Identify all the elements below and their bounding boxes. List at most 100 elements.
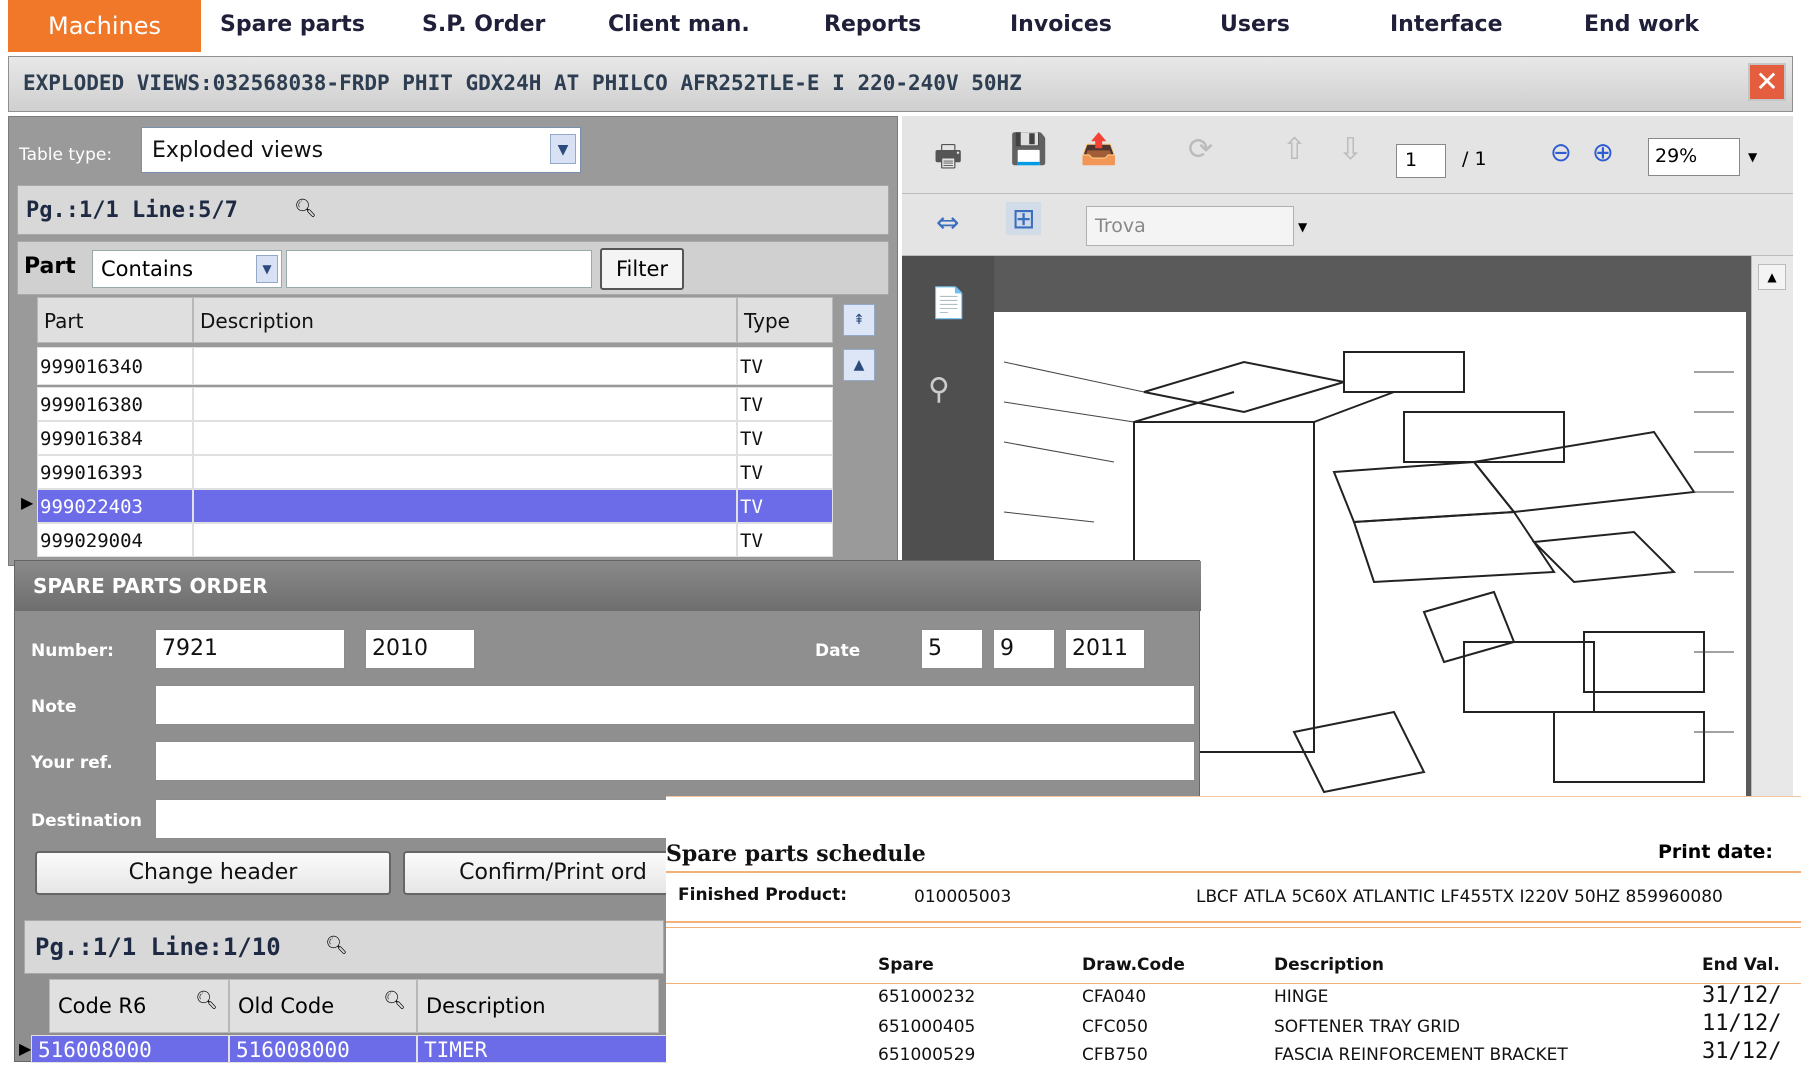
viewer-toolbar-2: ⇔ ⊞ Trova ▼ xyxy=(902,194,1793,256)
search-icon[interactable]: 🔍︎ xyxy=(383,990,406,1011)
filter-button[interactable]: Filter xyxy=(600,248,684,290)
cell-description: SOFTENER TRAY GRID xyxy=(1274,1017,1461,1037)
column-header-part[interactable]: Part xyxy=(37,297,193,343)
cell-part: 999016393 xyxy=(37,455,193,489)
divider xyxy=(666,871,1801,873)
chevron-down-icon[interactable]: ▼ xyxy=(256,255,278,283)
zoom-in-icon[interactable]: ⊕ xyxy=(1592,138,1614,168)
search-icon[interactable]: 🔍︎ xyxy=(325,935,348,956)
finished-product-code: 010005003 xyxy=(914,887,1012,907)
cell-type: TV xyxy=(737,347,833,385)
date-year-input[interactable]: 2011 xyxy=(1065,629,1145,669)
chevron-down-icon[interactable]: ▼ xyxy=(1298,220,1307,234)
fit-page-icon[interactable]: ⊞ xyxy=(1006,202,1042,235)
pages-icon[interactable]: 📄 xyxy=(930,286,967,321)
viewer-toolbar: 🖶 💾 📤 ⟳ ⇧ ⇩ 1 / 1 ⊖ ⊕ 29% ▼ xyxy=(902,116,1793,194)
column-header-spare: Spare xyxy=(878,955,934,975)
menu-invoices[interactable]: Invoices xyxy=(1010,12,1112,37)
change-header-button[interactable]: Change header xyxy=(35,851,391,895)
cell-description xyxy=(193,387,737,421)
cell-description xyxy=(193,347,737,385)
date-month-input[interactable]: 9 xyxy=(993,629,1055,669)
pager-bar: Pg.:1/1 Line:5/7 🔍︎ xyxy=(17,185,889,235)
scroll-top-icon[interactable]: ⇞ xyxy=(843,304,875,336)
arrow-down-icon[interactable]: ⇩ xyxy=(1338,132,1363,167)
search-icon[interactable]: 🔍︎ xyxy=(195,990,218,1011)
column-label: Code R6 xyxy=(58,994,147,1018)
finished-product-label: Finished Product: xyxy=(678,885,848,905)
date-day-input[interactable]: 5 xyxy=(921,629,983,669)
cell-description xyxy=(193,455,737,489)
fit-width-icon[interactable]: ⇔ xyxy=(936,206,959,239)
find-input[interactable]: Trova xyxy=(1086,206,1294,246)
spare-parts-schedule-doc: Spare parts schedule Print date: Finishe… xyxy=(666,796,1801,1065)
confirm-print-order-button[interactable]: Confirm/Print ord xyxy=(403,851,703,895)
print-icon[interactable]: 🖶 xyxy=(934,134,962,185)
cell-part: 999022403 xyxy=(37,489,193,523)
schedule-title: Spare parts schedule xyxy=(666,841,926,867)
menu-machines[interactable]: Machines xyxy=(8,0,201,52)
cell-end-val: 31/12/ xyxy=(1702,983,1782,1008)
cell-type: TV xyxy=(737,455,833,489)
menu-client-man[interactable]: Client man. xyxy=(608,12,750,37)
cell-code-r6: 516008000 xyxy=(31,1035,229,1063)
finished-product-desc: LBCF ATLA 5C60X ATLANTIC LF455TX I220V 5… xyxy=(1196,887,1723,907)
export-icon[interactable]: 📤 xyxy=(1080,132,1117,167)
menu-reports[interactable]: Reports xyxy=(824,12,921,37)
window-title: EXPLODED VIEWS:032568038-FRDP PHIT GDX24… xyxy=(23,71,1022,95)
your-ref-input[interactable] xyxy=(155,741,1195,781)
order-title: SPARE PARTS ORDER xyxy=(15,561,1201,611)
filter-operator-value: Contains xyxy=(101,257,194,281)
cell-type: TV xyxy=(737,523,833,557)
cell-description xyxy=(193,523,737,557)
note-label: Note xyxy=(31,697,77,717)
order-year-input[interactable]: 2010 xyxy=(365,629,475,669)
cell-description xyxy=(193,421,737,455)
note-input[interactable] xyxy=(155,685,1195,725)
cell-description xyxy=(193,489,737,523)
table-type-select[interactable]: Exploded views ▼ xyxy=(141,127,581,173)
menu-users[interactable]: Users xyxy=(1220,12,1290,37)
save-icon[interactable]: 💾 xyxy=(1010,132,1047,167)
cell-type: TV xyxy=(737,489,833,523)
scroll-up-icon[interactable]: ▲ xyxy=(1758,264,1786,290)
cell-type: TV xyxy=(737,387,833,421)
date-label: Date xyxy=(815,641,861,661)
cell-part: 999016340 xyxy=(37,347,193,385)
table-type-value: Exploded views xyxy=(152,138,324,163)
menu-sp-order[interactable]: S.P. Order xyxy=(422,12,545,37)
column-header-old-code[interactable]: Old Code 🔍︎ xyxy=(229,979,417,1033)
cell-type: TV xyxy=(737,421,833,455)
page-total: / 1 xyxy=(1462,148,1487,170)
filter-operator-select[interactable]: Contains ▼ xyxy=(92,250,282,288)
column-header-type[interactable]: Type xyxy=(737,297,833,343)
arrow-up-icon[interactable]: ⇧ xyxy=(1282,132,1307,167)
menu-spare-parts[interactable]: Spare parts xyxy=(220,12,365,37)
chevron-down-icon[interactable]: ▼ xyxy=(550,134,576,164)
filter-input[interactable] xyxy=(286,250,592,288)
chevron-down-icon[interactable]: ▼ xyxy=(1748,150,1757,164)
column-header-code-r6[interactable]: Code R6 🔍︎ xyxy=(49,979,229,1033)
cell-draw-code: CFA040 xyxy=(1082,987,1147,1007)
refresh-icon[interactable]: ⟳ xyxy=(1188,132,1213,167)
search-icon[interactable]: 🔍︎ xyxy=(294,198,317,219)
menu-interface[interactable]: Interface xyxy=(1390,12,1503,37)
your-ref-label: Your ref. xyxy=(31,753,113,773)
order-number-input[interactable]: 7921 xyxy=(155,629,345,669)
column-header-description[interactable]: Description xyxy=(193,297,737,343)
page-number-input[interactable]: 1 xyxy=(1396,144,1446,178)
binoculars-icon[interactable]: ⚲ xyxy=(928,372,950,407)
zoom-input[interactable]: 29% xyxy=(1648,138,1740,176)
zoom-out-icon[interactable]: ⊖ xyxy=(1550,138,1572,168)
close-icon[interactable]: ✕ xyxy=(1748,63,1786,101)
divider xyxy=(666,927,1801,928)
column-header-draw-code: Draw.Code xyxy=(1082,955,1185,975)
menu-end-work[interactable]: End work xyxy=(1584,12,1699,37)
cell-part: 999029004 xyxy=(37,523,193,557)
viewer-scrollbar[interactable]: ▲ xyxy=(1751,256,1793,796)
scroll-up-icon[interactable]: ▲ xyxy=(843,349,875,381)
column-header-description[interactable]: Description xyxy=(417,979,659,1033)
cell-description: TIMER xyxy=(417,1035,667,1063)
destination-input[interactable] xyxy=(155,799,675,839)
column-label: Old Code xyxy=(238,994,335,1018)
